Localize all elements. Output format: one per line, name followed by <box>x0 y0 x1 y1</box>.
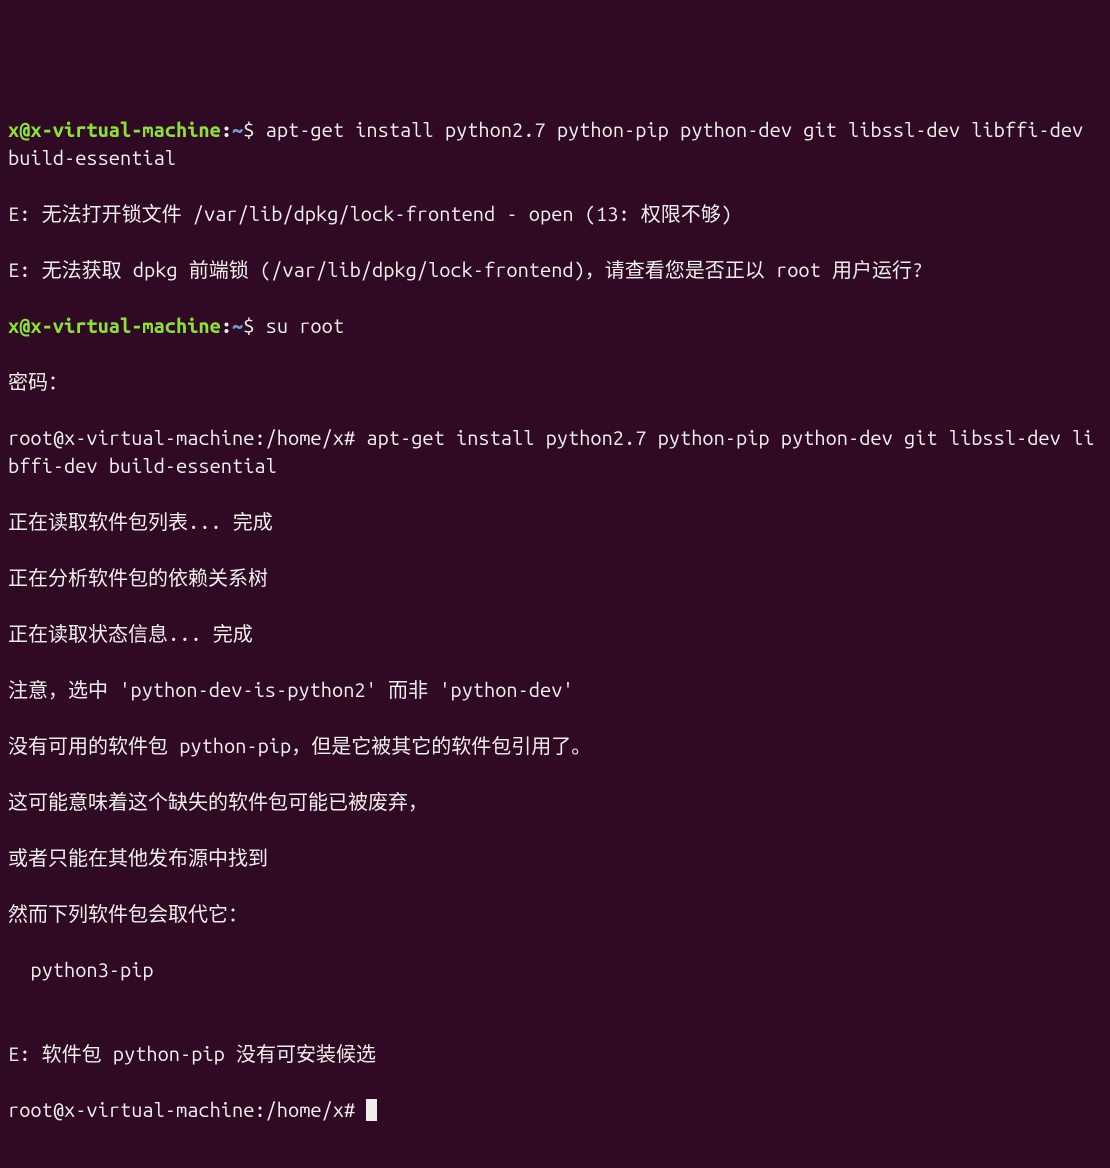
prompt-colon: : <box>221 314 232 337</box>
apt-output: 正在分析软件包的依赖关系树 <box>8 564 1102 592</box>
error-output: E: 软件包 python-pip 没有可安装候选 <box>8 1040 1102 1068</box>
root-prompt: root@x-virtual-machine:/home/x# <box>8 426 366 449</box>
apt-output: 然而下列软件包会取代它： <box>8 900 1102 928</box>
apt-output: 或者只能在其他发布源中找到 <box>8 844 1102 872</box>
apt-output: 注意，选中 'python-dev-is-python2' 而非 'python… <box>8 676 1102 704</box>
prompt-user: x <box>8 118 19 141</box>
password-prompt: 密码： <box>8 368 1102 396</box>
cursor <box>366 1099 377 1121</box>
command-text: su root <box>266 314 344 337</box>
prompt-user: x <box>8 314 19 337</box>
prompt-dollar: $ <box>243 314 265 337</box>
apt-output: 没有可用的软件包 python-pip，但是它被其它的软件包引用了。 <box>8 732 1102 760</box>
apt-output: 正在读取状态信息... 完成 <box>8 620 1102 648</box>
apt-output: 这可能意味着这个缺失的软件包可能已被废弃， <box>8 788 1102 816</box>
apt-output: python3-pip <box>8 956 1102 984</box>
root-prompt: root@x-virtual-machine:/home/x# <box>8 1098 366 1121</box>
terminal-output[interactable]: x@x-virtual-machine:~$ apt-get install p… <box>8 116 1102 1124</box>
prompt-at: @ <box>19 118 30 141</box>
prompt-path: ~ <box>232 118 243 141</box>
error-output: E: 无法获取 dpkg 前端锁 (/var/lib/dpkg/lock-fro… <box>8 256 1102 284</box>
prompt-host: x-virtual-machine <box>30 118 220 141</box>
prompt-at: @ <box>19 314 30 337</box>
prompt-path: ~ <box>232 314 243 337</box>
prompt-dollar: $ <box>243 118 265 141</box>
error-output: E: 无法打开锁文件 /var/lib/dpkg/lock-frontend -… <box>8 200 1102 228</box>
prompt-host: x-virtual-machine <box>30 314 220 337</box>
prompt-colon: : <box>221 118 232 141</box>
apt-output: 正在读取软件包列表... 完成 <box>8 508 1102 536</box>
